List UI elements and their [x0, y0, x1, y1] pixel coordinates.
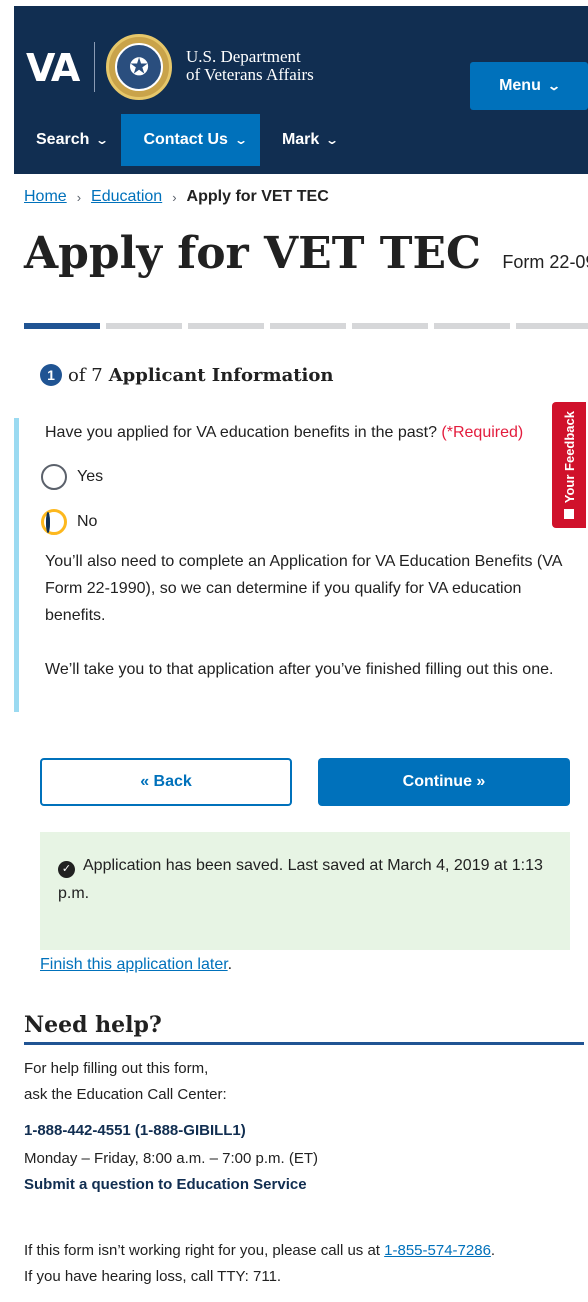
menu-button[interactable]: Menu ⌄ [470, 62, 588, 110]
step-title: Applicant Information [108, 364, 334, 386]
question-text: Have you applied for VA education benefi… [45, 424, 437, 441]
question-label: Have you applied for VA education benefi… [45, 424, 523, 442]
site-header: VA ✪ U.S. Department of Veterans Affairs… [14, 6, 588, 174]
department-name[interactable]: U.S. Department of Veterans Affairs [186, 48, 314, 84]
finish-later-link[interactable]: Finish this application later [40, 956, 228, 973]
chevron-down-icon: ⌄ [95, 133, 110, 147]
fallback-prefix: If this form isn’t working right for you… [24, 1242, 385, 1259]
breadcrumb-education[interactable]: Education [91, 188, 162, 206]
radio-option-yes[interactable]: Yes [41, 464, 103, 490]
nav-item-contact-us[interactable]: Contact Us ⌄ [121, 114, 260, 166]
continue-button[interactable]: Continue » [318, 758, 570, 806]
check-circle-icon: ✓ [58, 860, 75, 878]
breadcrumb-home[interactable]: Home [24, 188, 67, 206]
nav-item-search[interactable]: Search ⌄ [14, 114, 121, 166]
help-hours: Monday – Friday, 8:00 a.m. – 7:00 p.m. (… [24, 1150, 319, 1167]
info-paragraph-1: You’ll also need to complete an Applicat… [45, 553, 562, 624]
progress-segment [434, 323, 510, 329]
breadcrumb: Home › Education › Apply for VET TEC [24, 188, 329, 206]
radio-yes[interactable] [41, 464, 67, 490]
step-of-text: of 7 [68, 364, 103, 386]
help-line-2: ask the Education Call Center: [24, 1086, 227, 1103]
progress-segment [352, 323, 428, 329]
breadcrumb-separator-icon: › [76, 189, 82, 205]
radio-yes-label: Yes [77, 468, 104, 485]
breadcrumb-separator-icon: › [172, 189, 177, 205]
help-fallback: If this form isn’t working right for you… [24, 1238, 495, 1264]
radio-option-no[interactable]: No [41, 509, 97, 535]
help-tty: If you have hearing loss, call TTY: 711. [24, 1268, 282, 1285]
chevron-down-icon: ⌄ [546, 79, 561, 93]
saved-alert: ✓ Application has been saved. Last saved … [40, 832, 570, 950]
progress-segment [106, 323, 182, 329]
radio-no[interactable] [41, 509, 67, 535]
nav-mark-label: Mark [281, 131, 320, 148]
finish-later: Finish this application later. [40, 956, 232, 974]
page-title-text: Apply for VET TEC [24, 228, 482, 279]
step-number-badge: 1 [40, 364, 62, 386]
eagle-icon: ✪ [115, 43, 163, 91]
required-indicator: (*Required) [441, 424, 524, 441]
progress-segment [24, 323, 100, 329]
progress-bar [24, 323, 588, 329]
progress-segment [188, 323, 264, 329]
nav-contact-label: Contact Us [143, 131, 228, 148]
need-help-heading: Need help? [24, 1012, 584, 1045]
va-seal-icon[interactable]: ✪ [106, 34, 172, 100]
logo-divider [94, 42, 95, 92]
progress-segment [270, 323, 346, 329]
help-line-1: For help filling out this form, [24, 1060, 209, 1077]
fallback-suffix: . [490, 1242, 496, 1259]
page-title: Apply for VET TEC Form 22-0994 [24, 228, 588, 279]
va-logo[interactable]: VA [26, 46, 80, 90]
question-block: Have you applied for VA education benefi… [14, 418, 574, 712]
form-number: Form 22-0994 [502, 252, 588, 272]
back-button[interactable]: « Back [40, 758, 292, 806]
nav-search-label: Search [36, 131, 90, 148]
breadcrumb-current: Apply for VET TEC [186, 188, 329, 205]
nav-item-mark[interactable]: Mark ⌄ [260, 114, 351, 166]
chevron-down-icon: ⌄ [325, 133, 340, 147]
finish-later-suffix: . [227, 956, 233, 973]
help-phone-link[interactable]: 1-888-442-4551 (1-888-GIBILL1) [24, 1122, 246, 1139]
fallback-phone-link[interactable]: 1-855-574-7286 [384, 1242, 491, 1259]
progress-segment [516, 323, 588, 329]
dept-line-1: U.S. Department [186, 47, 301, 66]
radio-selected-dot [46, 512, 50, 533]
saved-message: Application has been saved. Last saved a… [58, 857, 543, 902]
main-nav: Search ⌄ Contact Us ⌄ Mark ⌄ [14, 114, 588, 166]
info-paragraph-2: We’ll take you to that application after… [45, 661, 554, 678]
logo-row: VA ✪ U.S. Department of Veterans Affairs… [14, 26, 588, 110]
submit-question-link[interactable]: Submit a question to Education Service [24, 1176, 307, 1193]
chevron-down-icon: ⌄ [233, 133, 248, 147]
dept-line-2: of Veterans Affairs [186, 65, 314, 84]
radio-no-label: No [77, 513, 98, 530]
step-heading: 1 of 7 Applicant Information [40, 364, 334, 386]
menu-label: Menu [499, 77, 541, 94]
